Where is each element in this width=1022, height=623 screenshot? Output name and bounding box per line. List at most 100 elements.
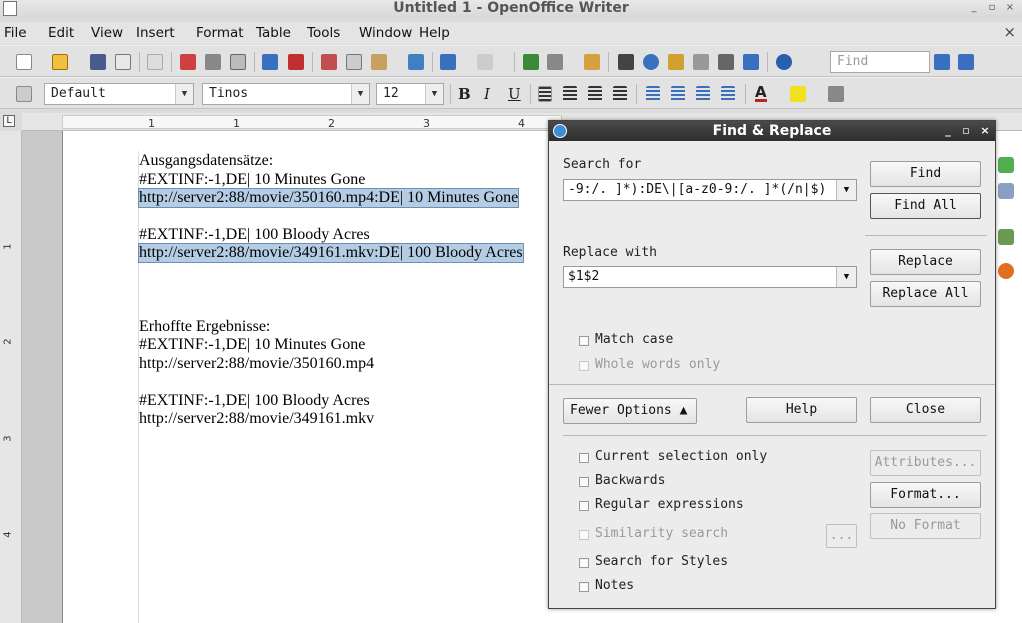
numbering-icon[interactable] — [646, 86, 660, 102]
replace-all-button[interactable]: Replace All — [870, 281, 981, 307]
regular-expressions-label[interactable]: Regular expressions — [595, 497, 744, 512]
whole-words-checkbox[interactable] — [579, 361, 589, 371]
chevron-down-icon[interactable]: ▼ — [836, 180, 856, 200]
document-line[interactable]: #EXTINF:-1,DE| 10 Minutes Gone — [139, 336, 365, 354]
attributes-button[interactable]: Attributes... — [870, 450, 981, 476]
notes-label[interactable]: Notes — [595, 578, 634, 593]
zoom-icon[interactable] — [743, 54, 759, 70]
open-folder-icon[interactable] — [52, 54, 68, 70]
menu-view[interactable]: View — [91, 24, 123, 42]
search-for-styles-label[interactable]: Search for Styles — [595, 554, 728, 569]
chevron-down-icon[interactable]: ▼ — [425, 84, 443, 104]
maximize-button[interactable]: ▫ — [985, 1, 999, 15]
find-next-icon[interactable] — [934, 54, 950, 70]
help-button[interactable]: Help — [746, 397, 857, 423]
sidebar-navigator-icon[interactable] — [998, 263, 1014, 279]
fewer-options-button[interactable]: Fewer Options ▲ — [563, 398, 697, 424]
match-case-checkbox[interactable] — [579, 336, 589, 346]
no-format-button[interactable]: No Format — [870, 513, 981, 539]
chevron-down-icon[interactable]: ▼ — [836, 267, 856, 287]
similarity-options-button[interactable]: ... — [826, 524, 857, 548]
justify-icon[interactable] — [613, 86, 627, 102]
backwards-label[interactable]: Backwards — [595, 473, 665, 488]
similarity-search-checkbox[interactable] — [579, 530, 589, 540]
find-all-button[interactable]: Find All — [870, 193, 981, 219]
font-name-select[interactable]: Tinos ▼ — [202, 83, 370, 105]
menu-window[interactable]: Window — [359, 24, 412, 42]
font-color-icon[interactable]: A — [755, 85, 767, 102]
bullets-icon[interactable] — [671, 86, 685, 102]
match-case-label[interactable]: Match case — [595, 332, 673, 347]
document-line[interactable]: Ausgangsdatensätze: — [139, 152, 273, 170]
align-right-icon[interactable] — [588, 86, 602, 102]
close-window-button[interactable]: × — [1003, 1, 1017, 15]
table-icon[interactable] — [547, 54, 563, 70]
save-icon[interactable] — [90, 54, 106, 70]
document-line[interactable]: http://server2:88/movie/349161.mkv — [139, 410, 374, 428]
dialog-close-icon[interactable]: × — [978, 121, 992, 141]
sidebar-gallery-icon[interactable] — [998, 229, 1014, 245]
align-center-icon[interactable] — [563, 86, 577, 102]
menu-edit[interactable]: Edit — [48, 24, 74, 42]
menu-table[interactable]: Table — [256, 24, 291, 42]
highlighting-icon[interactable] — [790, 86, 806, 102]
dialog-maximize-button[interactable]: ▫ — [959, 121, 973, 141]
hyperlink-icon[interactable] — [523, 54, 539, 70]
chevron-down-icon[interactable]: ▼ — [175, 84, 193, 104]
menu-file[interactable]: File — [4, 24, 27, 42]
find-button[interactable]: Find — [870, 161, 981, 187]
bold-icon[interactable]: B — [458, 85, 471, 103]
search-for-styles-checkbox[interactable] — [579, 558, 589, 568]
regular-expressions-checkbox[interactable] — [579, 501, 589, 511]
paste-icon[interactable] — [371, 54, 387, 70]
close-button[interactable]: Close — [870, 397, 981, 423]
redo-icon[interactable] — [477, 54, 493, 70]
background-color-icon[interactable] — [828, 86, 844, 102]
clone-formatting-icon[interactable] — [408, 54, 424, 70]
underline-icon[interactable]: U — [508, 85, 521, 103]
sidebar-styles-icon[interactable] — [998, 183, 1014, 199]
backwards-checkbox[interactable] — [579, 477, 589, 487]
paragraph-style-select[interactable]: Default ▼ — [44, 83, 194, 105]
find-input[interactable]: Find — [830, 51, 930, 73]
close-document-button[interactable]: × — [1003, 23, 1016, 41]
whole-words-label[interactable]: Whole words only — [595, 357, 720, 372]
copy-icon[interactable] — [346, 54, 362, 70]
decrease-indent-icon[interactable] — [696, 86, 710, 102]
styles-formatting-icon[interactable] — [16, 86, 32, 102]
menu-insert[interactable]: Insert — [136, 24, 175, 42]
new-document-icon[interactable] — [16, 54, 32, 70]
search-for-input[interactable]: -9:/. ]*):DE\|[a-z0-9:/. ]*(/n|$) ▼ — [563, 179, 857, 201]
format-button[interactable]: Format... — [870, 482, 981, 508]
email-icon[interactable] — [115, 54, 131, 70]
document-line[interactable]: Erhoffte Ergebnisse: — [139, 318, 270, 336]
document-line[interactable]: http://server2:88/movie/350160.mp4 — [139, 355, 374, 373]
dialog-minimize-button[interactable]: _ — [941, 121, 955, 141]
vertical-ruler[interactable]: 1 2 3 4 — [0, 131, 22, 623]
cut-icon[interactable] — [321, 54, 337, 70]
formatting-marks-icon[interactable] — [718, 54, 734, 70]
gallery-icon[interactable] — [668, 54, 684, 70]
replace-button[interactable]: Replace — [870, 249, 981, 275]
current-selection-label[interactable]: Current selection only — [595, 449, 767, 464]
help-icon[interactable] — [776, 54, 792, 70]
data-sources-icon[interactable] — [693, 54, 709, 70]
document-line[interactable]: #EXTINF:-1,DE| 100 Bloody Acres — [139, 392, 370, 410]
edit-file-icon[interactable] — [147, 54, 163, 70]
navigator-icon[interactable] — [643, 54, 659, 70]
menu-tools[interactable]: Tools — [307, 24, 340, 42]
similarity-search-label[interactable]: Similarity search — [595, 526, 728, 541]
document-line-selected[interactable]: http://server2:88/movie/350160.mp4:DE| 1… — [137, 188, 520, 208]
print-preview-icon[interactable] — [230, 54, 246, 70]
tab-stop-selector[interactable]: L — [3, 115, 15, 127]
menu-format[interactable]: Format — [196, 24, 244, 42]
document-line[interactable]: #EXTINF:-1,DE| 100 Bloody Acres — [139, 226, 370, 244]
replace-with-input[interactable]: $1$2 ▼ — [563, 266, 857, 288]
show-draw-functions-icon[interactable] — [584, 54, 600, 70]
document-line-selected[interactable]: http://server2:88/movie/349161.mkv:DE| 1… — [138, 243, 524, 263]
notes-checkbox[interactable] — [579, 582, 589, 592]
find-replace-icon[interactable] — [618, 54, 634, 70]
spellcheck-icon[interactable] — [262, 54, 278, 70]
minimize-button[interactable]: _ — [967, 1, 981, 15]
font-size-select[interactable]: 12 ▼ — [376, 83, 444, 105]
